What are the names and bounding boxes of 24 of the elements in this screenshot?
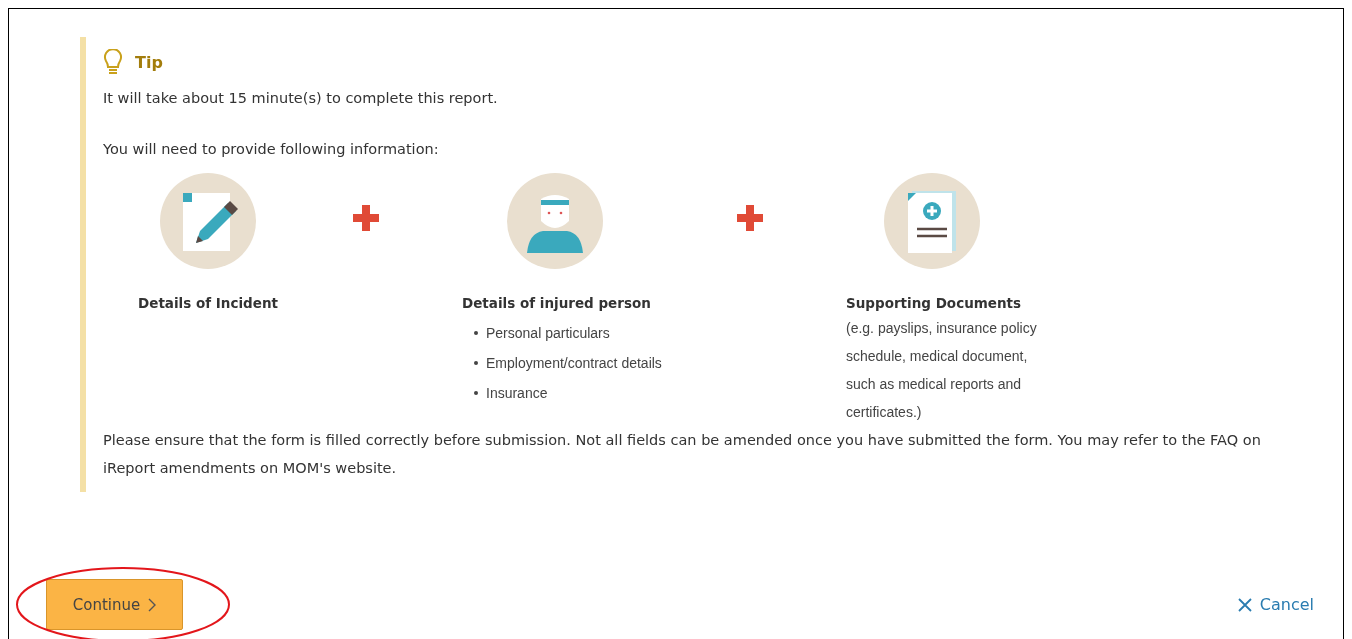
tip-text: It will take about 15 minute(s) to complete this report. bbox=[103, 89, 499, 108]
item-title: Details of Incident bbox=[138, 294, 278, 312]
chevron-right-icon bbox=[148, 597, 157, 612]
notice-text: Please ensure that the form is filled correctly before submission. Not all fields can be amended once you have submitted the form. You may refer to the FAQ on iReport amendments on MOM's website. bbox=[103, 431, 1262, 478]
continue-button[interactable]: Continue bbox=[46, 579, 183, 630]
cancel-link[interactable]: Cancel bbox=[1237, 595, 1314, 614]
bullet-icon bbox=[474, 361, 478, 365]
list-item: Insurance bbox=[486, 385, 548, 401]
plus-icon bbox=[353, 205, 379, 231]
bullet-icon bbox=[474, 331, 478, 335]
pencil-paper-icon bbox=[160, 173, 256, 269]
item-note: (e.g. payslips, insurance policy schedule, medical document, such as medical reports and certificates.) bbox=[846, 319, 1038, 422]
tip-title: Tip bbox=[135, 52, 163, 72]
close-icon bbox=[1237, 597, 1252, 612]
person-icon bbox=[507, 173, 603, 269]
medical-document-icon bbox=[884, 173, 980, 269]
item-title: Details of injured person bbox=[462, 294, 651, 312]
tip-text: You will need to provide following information: bbox=[103, 140, 440, 159]
lightbulb-icon bbox=[103, 48, 123, 76]
item-title: Supporting Documents bbox=[846, 294, 1022, 312]
list-item: Personal particulars bbox=[486, 325, 610, 341]
list-item: Employment/contract details bbox=[486, 355, 662, 371]
plus-icon bbox=[737, 205, 763, 231]
bullet-icon bbox=[474, 391, 478, 395]
